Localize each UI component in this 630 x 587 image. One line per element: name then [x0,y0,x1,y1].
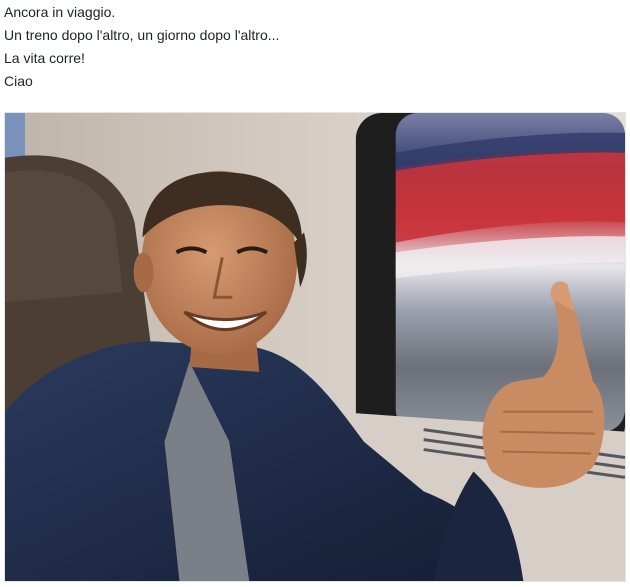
post-line: Ciao [4,73,33,89]
post-line: La vita corre! [4,50,85,66]
post-line: Un treno dopo l'altro, un giorno dopo l'… [4,27,280,43]
post-photo[interactable] [4,112,626,582]
post-line: Ancora in viaggio. [4,4,116,20]
photo-illustration [5,113,625,581]
post-text: Ancora in viaggio. Un treno dopo l'altro… [4,1,624,93]
